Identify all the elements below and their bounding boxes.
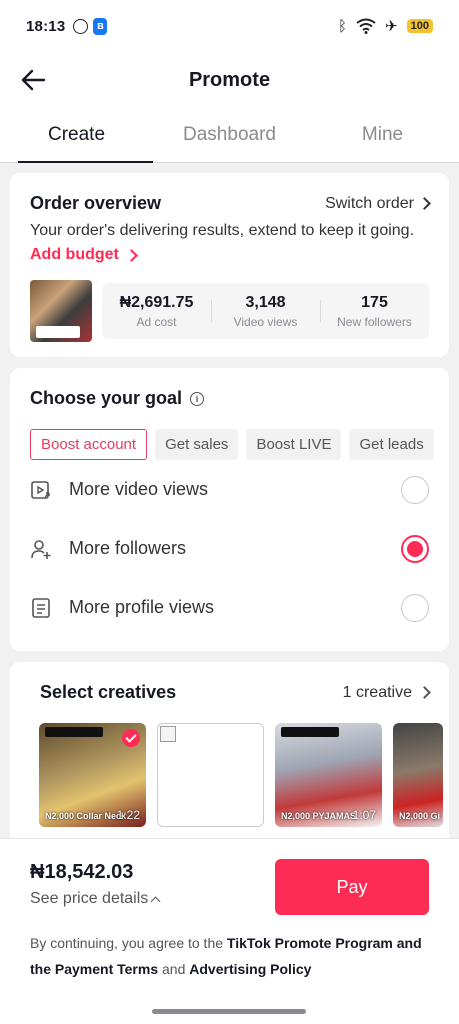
goal-chips: Boost account Get sales Boost LIVE Get l… [30,429,434,460]
chip-get-leads[interactable]: Get leads [349,429,434,460]
terms-text: By continuing, you agree to the TikTok P… [30,930,429,982]
goal-option-followers[interactable]: More followers [30,519,429,578]
goal-option-video-views[interactable]: More video views [30,460,429,519]
add-budget-label: Add budget [30,246,119,263]
order-overview-card: Order overview Switch order Your order's… [10,173,449,357]
stat-value: ₦2,691.75 [119,293,194,311]
bluetooth-badge-icon: ʙ [93,17,108,35]
checkout-sheet: ₦18,542.03 See price details Pay By cont… [0,838,459,1024]
goal-option-label: More followers [69,538,187,558]
stat-ad-cost: ₦2,691.75 Ad cost [102,294,211,329]
price-details-label: See price details [30,890,149,907]
creative-thumbnail[interactable]: N2,000 Gi [393,723,443,827]
tab-dashboard[interactable]: Dashboard [153,108,306,162]
back-arrow-icon[interactable] [20,66,48,94]
airplane-icon: ✈ [385,17,398,35]
order-description: Your order's delivering results, extend … [30,222,415,239]
tab-mine[interactable]: Mine [306,108,459,162]
creative-caption: N2,000 PYJAMAS [281,811,357,821]
add-person-icon [31,539,51,559]
chevron-right-icon [418,686,431,699]
check-icon [122,729,140,747]
creatives-list: N2,000 Collar Neck 1:22 N2,000 PYJAMAS 1… [39,723,443,827]
switch-order-label: Switch order [325,194,414,212]
goal-card: Choose your goal i Boost account Get sal… [10,368,449,651]
order-overview-title: Order overview [30,193,162,213]
stat-label: Video views [233,314,298,329]
goal-option-label: More profile views [69,597,215,617]
creative-count-button[interactable]: 1 creative [342,683,431,702]
page-title: Promote [188,68,271,91]
stat-video-views: 3,148 Video views [211,294,320,329]
goal-title: Choose your goal [30,388,183,408]
chevron-right-icon [418,197,431,210]
bluetooth-icon: ᛒ [338,17,348,35]
tab-create[interactable]: Create [0,108,153,163]
creative-duration: 1:07 [352,808,376,822]
status-bar: 18:13 ʙ ᛒ ✈ 100 [0,0,459,52]
status-notification-icons: ʙ [73,17,108,35]
video-play-icon [31,480,50,499]
app-header: Promote [0,52,459,108]
terms-prefix: By continuing, you agree to the [30,935,227,951]
stat-new-followers: 175 New followers [320,294,429,329]
thumbnail-banner [281,727,339,737]
order-video-thumbnail[interactable] [30,280,92,342]
chevron-right-icon [125,248,138,262]
stat-label: Ad cost [136,314,177,329]
pay-button[interactable]: Pay [275,859,429,915]
thumbnail-banner [45,727,103,737]
creative-caption: N2,000 Gi [399,811,441,821]
tab-bar: Create Dashboard Mine [0,108,459,163]
stat-value: 175 [361,293,388,311]
stat-label: New followers [337,314,412,329]
switch-order-button[interactable]: Switch order [325,194,431,213]
creative-thumbnail[interactable] [157,723,264,827]
creative-thumbnail[interactable]: N2,000 Collar Neck 1:22 [39,723,146,827]
whatsapp-icon [73,18,89,34]
goal-option-profile-views[interactable]: More profile views [30,578,429,637]
terms-and: and [158,961,190,977]
broken-image-icon [160,726,176,742]
info-icon[interactable]: i [190,391,205,406]
home-indicator[interactable] [152,1009,306,1014]
status-time: 18:13 [26,17,66,35]
status-system-icons: ᛒ ✈ 100 [338,18,433,34]
battery-indicator: 100 [406,19,433,33]
stat-value: 3,148 [245,293,286,311]
advertising-policy-link[interactable]: Advertising Policy [189,961,311,977]
order-stats: ₦2,691.75 Ad cost 3,148 Video views 175 … [102,283,429,339]
radio-button[interactable] [401,475,429,504]
add-budget-link[interactable]: Add budget [30,246,429,264]
document-icon [32,597,50,618]
chip-get-sales[interactable]: Get sales [155,429,239,460]
thumbnail-sign [36,326,80,338]
creative-count-label: 1 creative [342,683,412,701]
creative-duration: 1:22 [116,808,140,822]
radio-button-selected[interactable] [401,534,429,563]
creative-caption: N2,000 Collar Neck [45,811,127,821]
creatives-title: Select creatives [40,682,177,702]
chevron-up-icon [150,896,161,906]
creative-thumbnail[interactable]: N2,000 PYJAMAS 1:07 [275,723,382,827]
wifi-icon [356,18,376,34]
radio-button[interactable] [401,593,429,622]
chip-boost-live[interactable]: Boost LIVE [246,429,342,460]
chip-boost-account[interactable]: Boost account [30,429,148,460]
goal-option-label: More video views [69,479,209,499]
creatives-card: Select creatives 1 creative N2,000 Colla… [10,662,449,852]
